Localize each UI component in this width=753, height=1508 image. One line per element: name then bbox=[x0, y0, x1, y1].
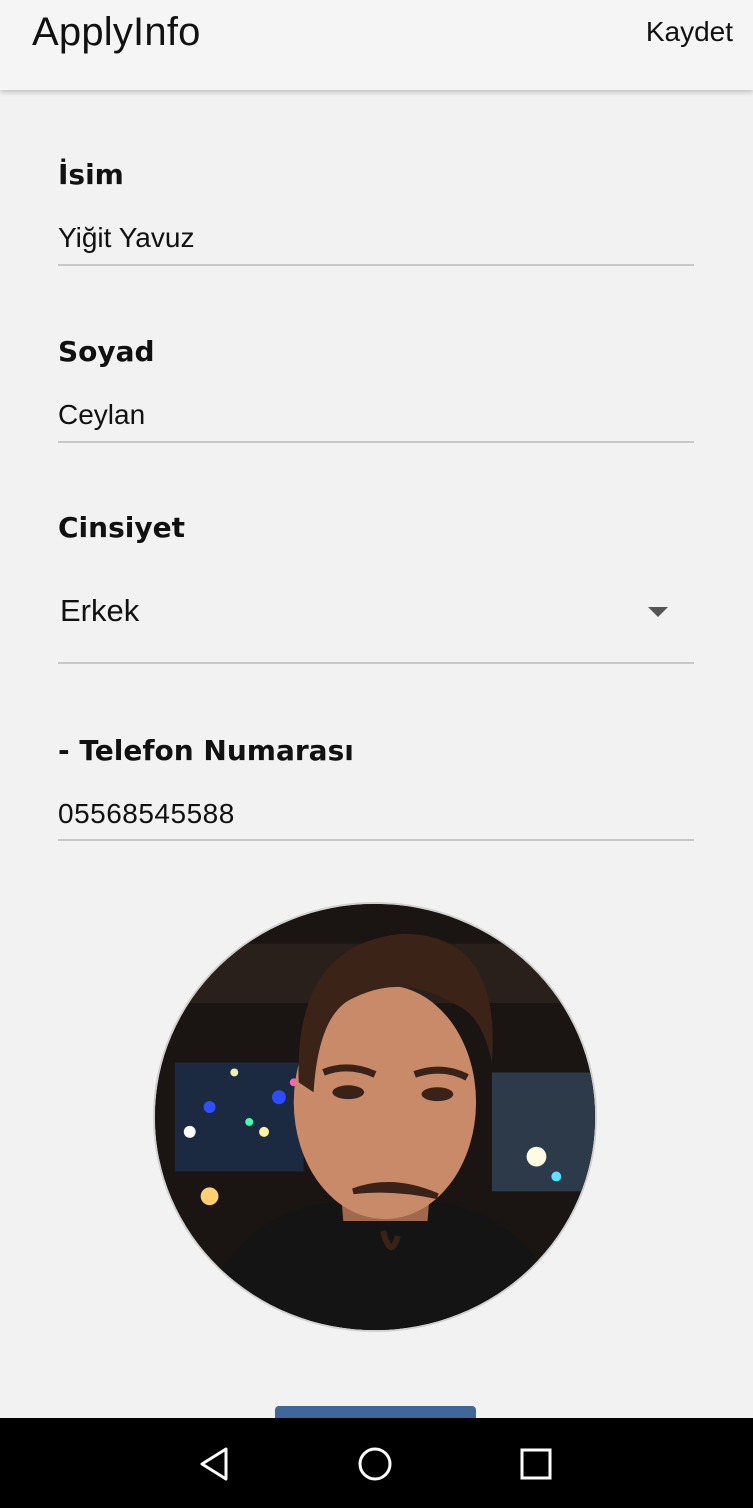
dropdown-arrow-icon bbox=[648, 607, 668, 617]
system-navigation-bar bbox=[0, 1418, 753, 1508]
recents-icon[interactable] bbox=[516, 1444, 556, 1484]
profile-photo[interactable] bbox=[153, 902, 597, 1332]
avatar-photo-icon bbox=[155, 904, 595, 1330]
phone-label: - Telefon Numarası bbox=[58, 734, 354, 767]
app-bar: ApplyInfo Kaydet bbox=[0, 0, 753, 90]
phone-underline bbox=[58, 839, 694, 841]
first-name-input[interactable] bbox=[58, 220, 694, 256]
gender-label: Cinsiyet bbox=[58, 511, 185, 544]
save-button[interactable]: Kaydet bbox=[646, 16, 733, 48]
app-title: ApplyInfo bbox=[32, 10, 201, 54]
last-name-input[interactable] bbox=[58, 397, 694, 433]
first-name-underline bbox=[58, 264, 694, 266]
gender-spinner[interactable]: Erkek bbox=[58, 573, 694, 653]
home-icon[interactable] bbox=[355, 1444, 395, 1484]
last-name-label: Soyad bbox=[58, 335, 155, 368]
back-icon[interactable] bbox=[194, 1444, 234, 1484]
phone-input[interactable] bbox=[58, 796, 694, 832]
first-name-label: İsim bbox=[58, 158, 124, 191]
gender-selected-value: Erkek bbox=[60, 593, 140, 628]
last-name-underline bbox=[58, 441, 694, 443]
gender-underline bbox=[58, 662, 694, 664]
